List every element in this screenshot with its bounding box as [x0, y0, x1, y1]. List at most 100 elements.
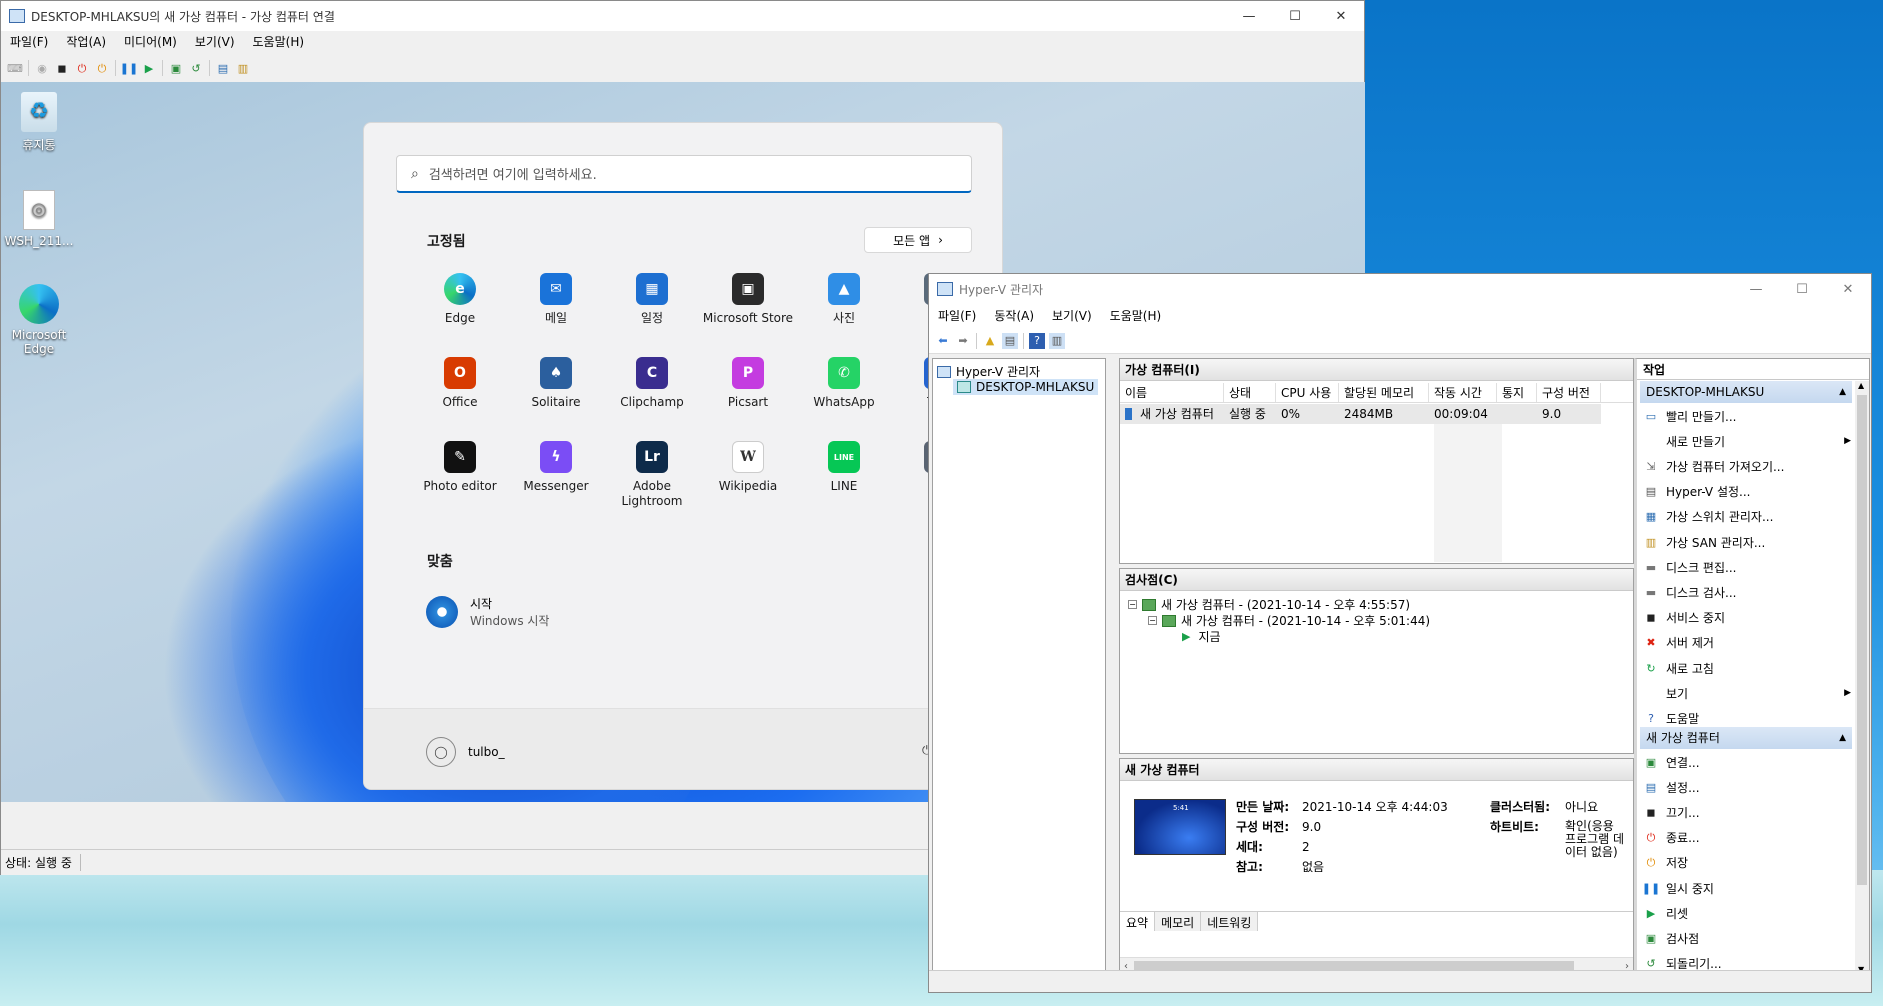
all-apps-button[interactable]: 모든 앱 ›	[864, 227, 972, 253]
collapse-icon[interactable]: −	[1148, 616, 1157, 625]
clipchamp-icon: C	[636, 357, 668, 389]
action-item[interactable]: ▭ 빨리 만들기...	[1643, 404, 1851, 428]
help-icon: ?	[1648, 711, 1654, 725]
action-item[interactable]: ▬ 디스크 검사...	[1643, 580, 1851, 604]
vm-details-pane: 새 가상 컴퓨터 5:41 만든 날짜: 2021-10-14 오후 4:44:0…	[1119, 758, 1634, 975]
menu-action[interactable]: 작업(A)	[57, 32, 115, 52]
pinned-app[interactable]: O Office	[412, 357, 508, 410]
action-item[interactable]: ▤ 설정...	[1643, 775, 1851, 799]
table-row[interactable]: 새 가상 컴퓨터 실행 중 0% 2484MB 00:09:04 9.0	[1120, 404, 1601, 424]
up-folder-icon[interactable]: ▲	[982, 333, 998, 349]
actions-scrollbar[interactable]: ▲ ▼	[1855, 381, 1869, 974]
action-item[interactable]: ⇲ 가상 컴퓨터 가져오기...	[1643, 454, 1851, 478]
action-item[interactable]: ▣ 연결...	[1643, 750, 1851, 774]
submenu-arrow-icon: ▶	[1844, 436, 1851, 447]
action-item[interactable]: ↻ 새로 고침	[1643, 656, 1851, 680]
hyperv-body: Hyper-V 관리자 DESKTOP-MHLAKSU 가상 컴퓨터(I) 이름…	[929, 354, 1871, 992]
hv-menu-file[interactable]: 파일(F)	[929, 306, 985, 326]
action-item[interactable]: ▦ 가상 스위치 관리자...	[1643, 505, 1851, 529]
edge-icon	[19, 284, 59, 324]
menu-file[interactable]: 파일(F)	[1, 32, 57, 52]
revert-icon[interactable]: ↺	[188, 60, 204, 76]
collapse-icon[interactable]: −	[1128, 600, 1137, 609]
menu-view[interactable]: 보기(V)	[186, 32, 244, 52]
pinned-app[interactable]: ϟ Messenger	[508, 441, 604, 494]
pinned-app[interactable]: ✎ Photo editor	[412, 441, 508, 494]
server-actions-group[interactable]: DESKTOP-MHLAKSU ▲	[1640, 381, 1852, 403]
show-hide-actions-icon[interactable]: ▥	[1049, 332, 1065, 349]
tree-root[interactable]: Hyper-V 관리자	[937, 363, 1040, 380]
action-item[interactable]: ❚❚ 일시 중지	[1642, 876, 1851, 900]
checkpoint-now[interactable]: ▶ 지금	[1182, 628, 1221, 645]
pinned-app[interactable]: ▲ 사진	[796, 273, 892, 326]
hyperv-maximize-button[interactable]: ☐	[1779, 274, 1825, 304]
hv-menu-action[interactable]: 동작(A)	[985, 306, 1043, 326]
help-toolbar-icon[interactable]: ?	[1029, 332, 1045, 349]
action-item[interactable]: ▥ 가상 SAN 관리자...	[1643, 530, 1851, 554]
hyperv-minimize-button[interactable]: —	[1733, 274, 1779, 304]
action-item[interactable]: ⏻ 종료...	[1643, 826, 1851, 850]
switch-icon: ▦	[1645, 510, 1657, 524]
action-item[interactable]: ◼ 서비스 중지	[1643, 606, 1851, 630]
close-button[interactable]: ✕	[1318, 1, 1364, 31]
hv-menu-view[interactable]: 보기(V)	[1043, 306, 1101, 326]
scroll-up-icon[interactable]: ▲	[1858, 381, 1864, 390]
pinned-app[interactable]: ♠ Solitaire	[508, 357, 604, 410]
tab-memory[interactable]: 메모리	[1155, 912, 1202, 931]
enhanced-session-icon[interactable]: ▤	[215, 60, 231, 76]
ctrl-alt-del-icon[interactable]: ⌨	[7, 60, 23, 76]
action-item[interactable]: ◼ 끄기...	[1643, 800, 1851, 824]
pause-icon[interactable]: ❚❚	[120, 60, 138, 76]
tab-summary[interactable]: 요약	[1120, 912, 1156, 931]
action-item[interactable]: 새로 만들기 ▶	[1643, 429, 1851, 453]
desktop-icon-recycle-bin[interactable]: ♻ 휴지통	[1, 92, 77, 153]
pinned-app[interactable]: LINE LINE	[796, 441, 892, 494]
recommended-item-get-started[interactable]: 시작 Windows 시작	[426, 595, 549, 629]
pinned-app[interactable]: ▣ Microsoft Store	[700, 273, 796, 326]
start-search-input[interactable]: ⌕ 검색하려면 여기에 입력하세요.	[396, 155, 972, 193]
menu-media[interactable]: 미디어(M)	[115, 32, 186, 52]
minimize-button[interactable]: —	[1226, 1, 1272, 31]
action-item[interactable]: ▶ 리셋	[1643, 901, 1851, 925]
hyperv-close-button[interactable]: ✕	[1825, 274, 1871, 304]
vm-actions-group[interactable]: 새 가상 컴퓨터 ▲	[1640, 727, 1852, 749]
checkpoint-item[interactable]: − 새 가상 컴퓨터 - (2021-10-14 - 오후 5:01:44)	[1148, 612, 1430, 629]
pinned-app[interactable]: C Clipchamp	[604, 357, 700, 410]
action-item[interactable]: ▣ 검사점	[1643, 926, 1851, 950]
pinned-app[interactable]: Lr Adobe Lightroom	[604, 441, 700, 509]
action-item[interactable]: ▬ 디스크 편집...	[1643, 555, 1851, 579]
turn-off-icon[interactable]: ◼	[54, 60, 70, 76]
tab-networking[interactable]: 네트워킹	[1201, 912, 1259, 931]
action-item[interactable]: ▤ Hyper-V 설정...	[1643, 480, 1851, 504]
action-item[interactable]: ⏻ 저장	[1643, 851, 1851, 875]
import-icon: ⇲	[1646, 459, 1656, 473]
tree-server-node[interactable]: DESKTOP-MHLAKSU	[953, 379, 1099, 395]
quick-create-icon: ▭	[1645, 409, 1657, 423]
user-profile[interactable]: ◯ tulbo_	[426, 737, 505, 767]
action-item[interactable]: 보기 ▶	[1643, 681, 1851, 705]
maximize-button[interactable]: ☐	[1272, 1, 1318, 31]
checkpoint-icon[interactable]: ▣	[168, 60, 184, 76]
start-icon[interactable]: ◉	[34, 60, 50, 76]
forward-icon[interactable]: ➡	[955, 333, 971, 349]
back-icon[interactable]: ⬅	[935, 333, 951, 349]
vm-thumbnail[interactable]: 5:41	[1134, 799, 1226, 855]
pinned-app[interactable]: ✆ WhatsApp	[796, 357, 892, 410]
hv-menu-help[interactable]: 도움말(H)	[1101, 306, 1171, 326]
reset-icon[interactable]: ▶	[141, 60, 157, 76]
share-icon[interactable]: ▥	[235, 60, 251, 76]
pinned-app[interactable]: ✉ 메일	[508, 273, 604, 326]
action-item[interactable]: ✖ 서버 제거	[1643, 631, 1851, 655]
pinned-app[interactable]: ▦ 일정	[604, 273, 700, 326]
pinned-app[interactable]: P Picsart	[700, 357, 796, 410]
save-icon[interactable]: ⏻	[94, 60, 110, 76]
calendar-icon: ▦	[636, 273, 668, 305]
desktop-icon-edge[interactable]: Microsoft Edge	[1, 284, 77, 356]
show-hide-tree-icon[interactable]: ▤	[1002, 332, 1018, 349]
shutdown-icon[interactable]: ⏻	[74, 60, 90, 76]
menu-help[interactable]: 도움말(H)	[244, 32, 314, 52]
pinned-app[interactable]: W Wikipedia	[700, 441, 796, 494]
pinned-app[interactable]: e Edge	[412, 273, 508, 326]
checkpoint-item[interactable]: − 새 가상 컴퓨터 - (2021-10-14 - 오후 4:55:57)	[1128, 596, 1410, 613]
desktop-icon-wsh[interactable]: ◎ WSH_211...	[1, 190, 77, 248]
